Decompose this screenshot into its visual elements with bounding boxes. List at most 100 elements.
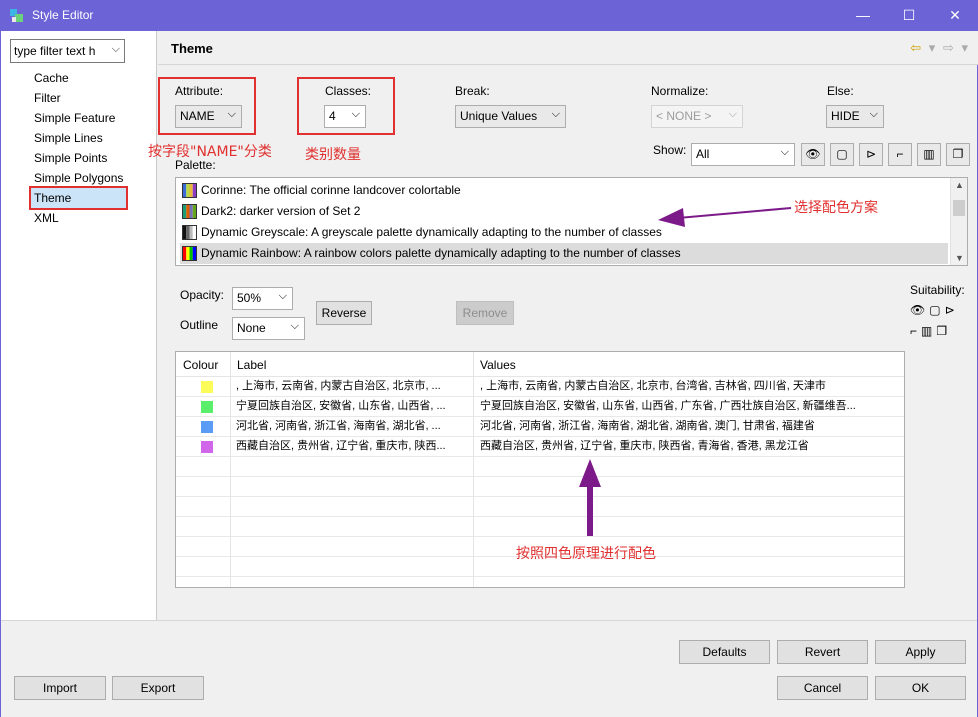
palette-color-band: [186, 184, 190, 197]
sidebar-item-simple-feature[interactable]: Simple Feature: [31, 108, 126, 128]
defaults-button[interactable]: Defaults: [679, 640, 770, 664]
palette-item-selected[interactable]: Dynamic Rainbow: A rainbow colors palett…: [180, 243, 948, 264]
class-values[interactable]: , 上海市, 云南省, 内蒙古自治区, 北京市, 台湾省, 吉林省, 四川省, …: [480, 377, 900, 396]
window-title: Style Editor: [32, 8, 94, 22]
table-row-empty: [176, 477, 904, 497]
cancel-button[interactable]: Cancel: [777, 676, 868, 700]
show-select[interactable]: All ⌵: [691, 143, 795, 166]
copy-icon[interactable]: ❐: [946, 143, 970, 166]
scroll-thumb[interactable]: [953, 200, 965, 216]
style-editor-window: type filter text h ⌵ Cache Filter Simple…: [0, 31, 978, 717]
projector-icon[interactable]: ⊳: [859, 143, 883, 166]
opacity-value: 50%: [237, 291, 262, 305]
table-header: Colour Label Values: [176, 352, 904, 377]
class-label[interactable]: 河北省, 河南省, 浙江省, 海南省, 湖北省, ...: [236, 417, 471, 436]
table-row[interactable]: 河北省, 河南省, 浙江省, 海南省, 湖北省, ... 河北省, 河南省, 浙…: [176, 417, 904, 437]
sidebar-item-filter[interactable]: Filter: [31, 88, 126, 108]
suitability-label: Suitability:: [910, 283, 965, 297]
normalize-label: Normalize:: [651, 84, 709, 98]
printer-icon[interactable]: ⌐: [888, 143, 912, 166]
import-button[interactable]: Import: [14, 676, 106, 700]
type-filter-input[interactable]: type filter text h ⌵: [10, 39, 125, 63]
minimize-button[interactable]: —: [840, 0, 886, 31]
table-row[interactable]: 西藏自治区, 贵州省, 辽宁省, 重庆市, 陕西... 西藏自治区, 贵州省, …: [176, 437, 904, 457]
sidebar-item-cache[interactable]: Cache: [31, 68, 126, 88]
class-colour-swatch[interactable]: [201, 441, 213, 453]
break-select[interactable]: Unique Values ⌵: [455, 105, 566, 128]
style-editor-app-icon: [10, 9, 23, 22]
palette-item[interactable]: Dynamic Greyscale: A greyscale palette d…: [180, 222, 948, 243]
class-label[interactable]: , 上海市, 云南省, 内蒙古自治区, 北京市, ...: [236, 377, 471, 396]
history-nav: ⇦ ▾ ⇨ ▾: [906, 40, 968, 56]
maximize-button[interactable]: ☐: [886, 0, 932, 31]
dialog-button-bar: Defaults Revert Apply Import Export Canc…: [1, 620, 977, 717]
suitability-icons-row2: ⌐▥❐: [910, 324, 951, 338]
close-button[interactable]: ✕: [932, 0, 978, 31]
class-values[interactable]: 河北省, 河南省, 浙江省, 海南省, 湖北省, 湖南省, 澳门, 甘肃省, 福…: [480, 417, 900, 436]
chevron-down-icon: ⌵: [728, 108, 737, 120]
palette-name: Corinne: The official corinne landcover …: [201, 183, 461, 197]
back-dropdown-icon[interactable]: ▾: [929, 40, 936, 55]
classes-select[interactable]: 4 ⌵: [324, 105, 366, 128]
else-label: Else:: [827, 84, 854, 98]
forward-arrow-icon[interactable]: ⇨: [943, 40, 954, 55]
table-row-empty: [176, 457, 904, 477]
copy-icon: ❐: [936, 324, 952, 338]
scroll-down-icon[interactable]: ▼: [955, 253, 964, 263]
opacity-select[interactable]: 50% ⌵: [232, 287, 293, 310]
printer-icon: ⌐: [910, 324, 922, 338]
table-row-empty: [176, 497, 904, 517]
chevron-down-icon: ⌵: [780, 146, 789, 158]
forward-dropdown-icon[interactable]: ▾: [961, 40, 968, 55]
class-colour-swatch[interactable]: [201, 381, 213, 393]
palette-swatch-greyscale: [182, 225, 197, 240]
classes-value: 4: [329, 109, 336, 123]
export-button[interactable]: Export: [112, 676, 204, 700]
eye-icon: 👁: [910, 303, 930, 317]
sidebar-nav-list: Cache Filter Simple Feature Simple Lines…: [28, 68, 129, 228]
attribute-select[interactable]: NAME ⌵: [175, 105, 242, 128]
eye-icon[interactable]: 👁: [801, 143, 825, 166]
sidebar-item-simple-lines[interactable]: Simple Lines: [31, 128, 126, 148]
revert-button[interactable]: Revert: [777, 640, 868, 664]
sidebar-item-simple-points[interactable]: Simple Points: [31, 148, 126, 168]
ok-button[interactable]: OK: [875, 676, 966, 700]
class-label[interactable]: 西藏自治区, 贵州省, 辽宁省, 重庆市, 陕西...: [236, 437, 471, 456]
chevron-down-icon[interactable]: ⌵: [112, 43, 120, 56]
back-arrow-icon[interactable]: ⇦: [910, 40, 921, 55]
class-colour-swatch[interactable]: [201, 401, 213, 413]
palette-label: Palette:: [175, 158, 216, 172]
class-label[interactable]: 宁夏回族自治区, 安徽省, 山东省, 山西省, ...: [236, 397, 471, 416]
column-header-colour[interactable]: Colour: [183, 358, 218, 372]
chevron-down-icon: ⌵: [227, 108, 236, 120]
reverse-button[interactable]: Reverse: [316, 301, 372, 325]
column-header-label[interactable]: Label: [237, 358, 266, 372]
show-value: All: [696, 147, 710, 161]
monitor-icon[interactable]: ▢: [830, 143, 854, 166]
annotation-palette: 选择配色方案: [794, 200, 878, 216]
palette-name: Dark2: darker version of Set 2: [201, 204, 361, 218]
sidebar-item-theme[interactable]: Theme: [28, 186, 129, 210]
table-row[interactable]: 宁夏回族自治区, 安徽省, 山东省, 山西省, ... 宁夏回族自治区, 安徽省…: [176, 397, 904, 417]
palette-list[interactable]: Corinne: The official corinne landcover …: [175, 177, 968, 266]
apply-button[interactable]: Apply: [875, 640, 966, 664]
class-values[interactable]: 西藏自治区, 贵州省, 辽宁省, 重庆市, 陕西省, 青海省, 香港, 黑龙江省: [480, 437, 900, 456]
palette-scrollbar[interactable]: ▲ ▼: [950, 178, 967, 265]
class-values[interactable]: 宁夏回族自治区, 安徽省, 山东省, 山西省, 广东省, 广西壮族自治区, 新疆…: [480, 397, 900, 416]
table-row[interactable]: , 上海市, 云南省, 内蒙古自治区, 北京市, ... , 上海市, 云南省,…: [176, 377, 904, 397]
column-header-values[interactable]: Values: [480, 358, 516, 372]
else-select[interactable]: HIDE ⌵: [826, 105, 884, 128]
palette-color-band: [192, 247, 196, 260]
outline-select[interactable]: None ⌵: [232, 317, 305, 340]
scroll-up-icon[interactable]: ▲: [955, 180, 964, 190]
book-icon[interactable]: ▥: [917, 143, 941, 166]
sidebar: type filter text h ⌵ Cache Filter Simple…: [1, 31, 157, 620]
palette-color-band: [192, 205, 196, 218]
palette-color-band: [189, 226, 193, 239]
sidebar-item-xml[interactable]: XML: [31, 208, 126, 228]
sidebar-item-simple-polygons[interactable]: Simple Polygons: [31, 168, 126, 188]
break-value: Unique Values: [460, 109, 538, 123]
class-colour-swatch[interactable]: [201, 421, 213, 433]
monitor-icon: ▢: [929, 303, 945, 317]
outline-value: None: [237, 321, 266, 335]
